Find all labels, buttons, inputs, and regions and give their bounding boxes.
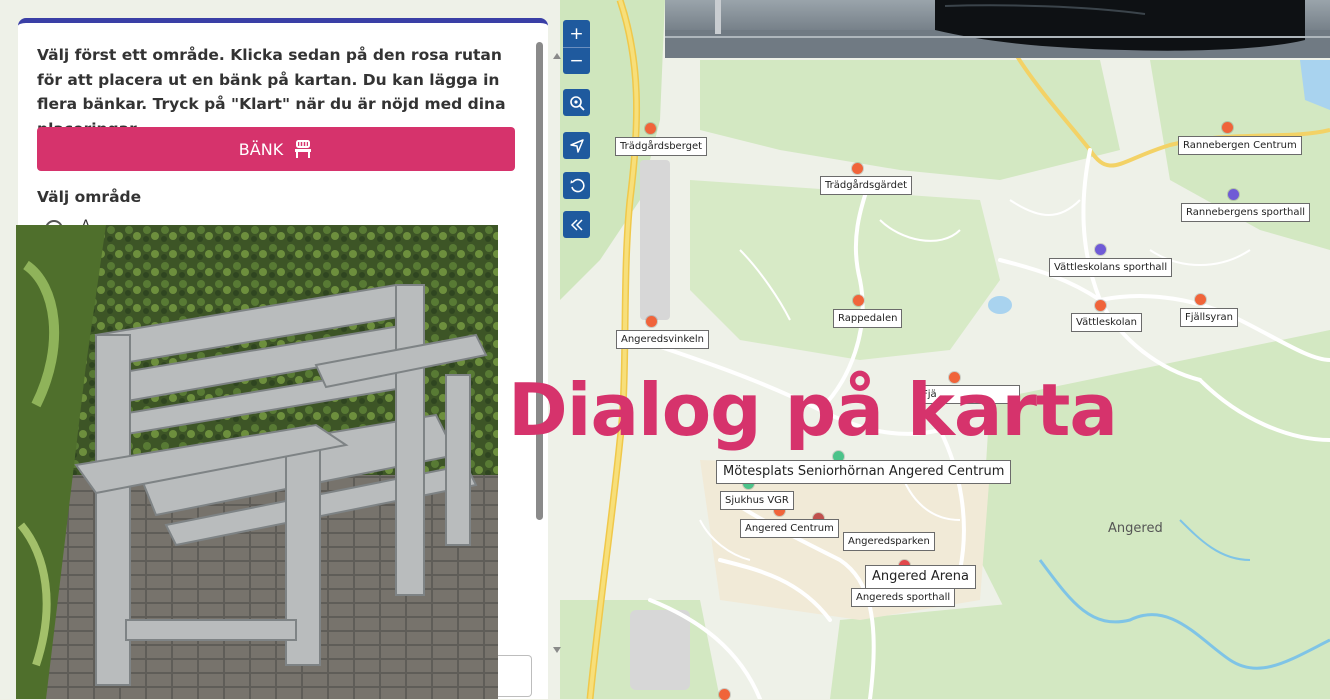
- panel-scrollbar[interactable]: [551, 47, 563, 659]
- headline-title: Dialog på karta: [508, 368, 1118, 452]
- text-input-edge[interactable]: [498, 655, 532, 697]
- poi-label[interactable]: Rappedalen: [833, 309, 903, 328]
- locate-button[interactable]: [563, 132, 590, 159]
- poi-label[interactable]: Sjukhus VGR: [720, 491, 794, 510]
- poi-marker[interactable]: [852, 163, 863, 174]
- poi-marker[interactable]: [646, 316, 657, 327]
- poi-label[interactable]: Trädgårdsberget: [615, 137, 708, 156]
- collapse-panel-button[interactable]: [563, 211, 590, 238]
- header-photo: [665, 0, 1330, 58]
- reset-button[interactable]: [563, 172, 590, 199]
- poi-label[interactable]: Angereds sporthall: [851, 588, 956, 607]
- poi-marker[interactable]: [1222, 122, 1233, 133]
- poi-marker[interactable]: [853, 295, 864, 306]
- poi-marker[interactable]: [1095, 244, 1106, 255]
- poi-label[interactable]: Trädgårdsgärdet: [820, 176, 913, 195]
- poi-label[interactable]: Angered Centrum: [740, 519, 839, 538]
- zoom-extent-icon: [569, 95, 585, 111]
- poi-marker[interactable]: [645, 123, 656, 134]
- poi-marker[interactable]: [1195, 294, 1206, 305]
- area-label-angered: Angered: [1108, 521, 1163, 536]
- collapse-icon: [570, 218, 583, 231]
- poi-marker[interactable]: [1228, 189, 1239, 200]
- poi-label[interactable]: Angeredsvinkeln: [616, 330, 710, 349]
- zoom-out-button[interactable]: −: [563, 47, 590, 74]
- add-bench-button[interactable]: BÄNK: [37, 127, 515, 171]
- poi-label[interactable]: Fjällsyran: [1180, 308, 1238, 327]
- bench-button-label: BÄNK: [238, 139, 284, 159]
- poi-label[interactable]: Rannebergen Centrum: [1178, 136, 1302, 155]
- bench-photo: [16, 225, 498, 699]
- reset-icon: [570, 178, 585, 192]
- poi-marker[interactable]: [1095, 300, 1106, 311]
- poi-label[interactable]: Angeredsparken: [843, 532, 935, 551]
- poi-marker[interactable]: [719, 689, 730, 700]
- poi-label[interactable]: Vättleskolan: [1071, 313, 1142, 332]
- bench-icon: [295, 140, 312, 158]
- poi-label[interactable]: Mötesplats Seniorhörnan Angered Centrum: [716, 460, 1012, 484]
- zoom-extent-button[interactable]: [563, 89, 590, 116]
- zoom-in-button[interactable]: +: [563, 20, 590, 47]
- locate-icon: [569, 138, 584, 153]
- area-section-title: Välj område: [37, 188, 142, 206]
- poi-label[interactable]: Vättleskolans sporthall: [1049, 258, 1173, 277]
- poi-label[interactable]: Angered Arena: [865, 565, 976, 589]
- poi-label[interactable]: Rannebergens sporthall: [1181, 203, 1311, 222]
